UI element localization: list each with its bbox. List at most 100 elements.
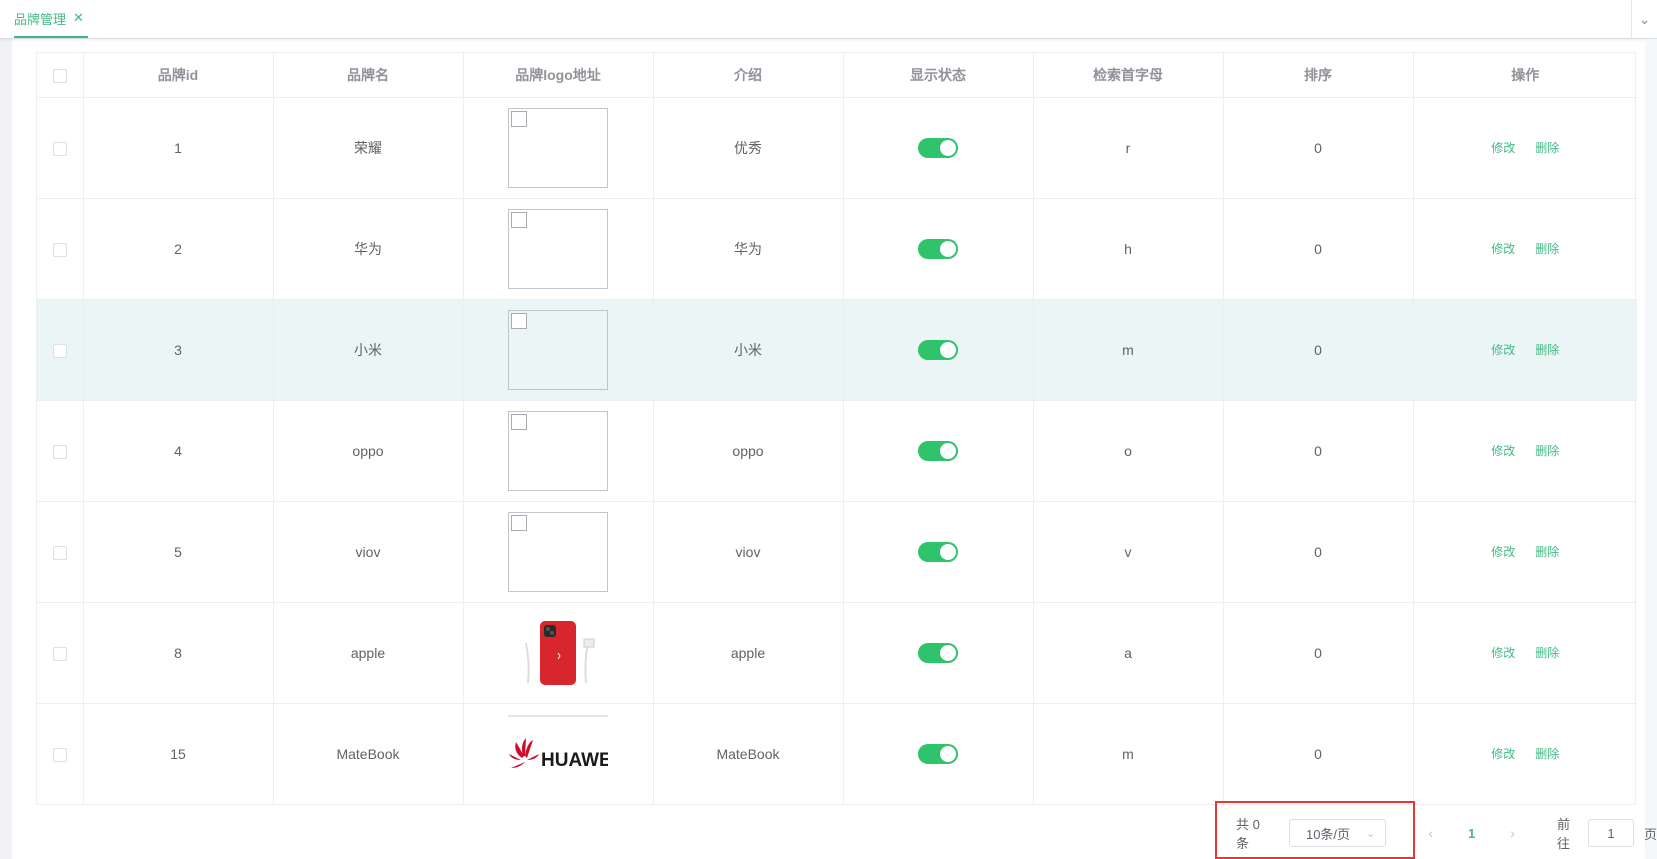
cell-brand-id: 3 <box>83 299 274 401</box>
cell-sort: 0 <box>1223 198 1414 300</box>
cell-brand-name: 华为 <box>273 198 464 300</box>
table-row: 1 荣耀 优秀 r 0 修改 删除 <box>37 97 1637 199</box>
cell-brand-name: oppo <box>273 400 464 502</box>
cell-sort: 0 <box>1223 97 1414 199</box>
cell-description: apple <box>653 602 844 704</box>
page-number-current[interactable]: 1 <box>1457 826 1486 841</box>
tab-brand-management[interactable]: 品牌管理 ✕ <box>14 0 88 38</box>
table-row: 4 oppo oppo o 0 修改 删除 <box>37 400 1637 502</box>
show-status-switch[interactable] <box>918 541 958 562</box>
show-status-switch[interactable] <box>918 743 958 764</box>
cell-brand-logo <box>463 501 654 603</box>
chevron-down-icon[interactable]: ⌄ <box>1631 0 1657 38</box>
edit-button[interactable]: 修改 <box>1491 745 1515 762</box>
cell-sort: 0 <box>1223 602 1414 704</box>
cell-brand-id: 15 <box>83 703 274 804</box>
cell-first-letter: m <box>1033 703 1224 804</box>
cell-brand-id: 4 <box>83 400 274 502</box>
huawei-logo-image: HUAWEI <box>508 715 608 771</box>
cell-actions: 修改 删除 <box>1413 501 1637 603</box>
cell-show-status <box>843 400 1034 502</box>
tabs-bar: 品牌管理 ✕ ⌄ <box>0 0 1657 39</box>
cell-actions: 修改 删除 <box>1413 703 1637 804</box>
brand-table: 品牌id 品牌名 品牌logo地址 介绍 显示状态 检索首字母 排序 操作 1 … <box>36 52 1637 805</box>
row-select-cell <box>37 501 84 603</box>
cell-brand-name: MateBook <box>273 703 464 804</box>
table-row: 15 MateBook HUAWEI MateBook m 0 修改 删除 <box>37 703 1637 804</box>
header-brand-name: 品牌名 <box>273 53 464 98</box>
cell-sort: 0 <box>1223 299 1414 401</box>
cell-actions: 修改 删除 <box>1413 602 1637 704</box>
show-status-switch[interactable] <box>918 440 958 461</box>
cell-sort: 0 <box>1223 400 1414 502</box>
cell-brand-name: viov <box>273 501 464 603</box>
left-gutter <box>0 0 12 859</box>
cell-brand-logo <box>463 602 654 704</box>
goto-page-input[interactable] <box>1588 819 1635 847</box>
show-status-switch[interactable] <box>918 339 958 360</box>
edit-button[interactable]: 修改 <box>1491 240 1515 257</box>
cell-first-letter: o <box>1033 400 1224 502</box>
cell-description: oppo <box>653 400 844 502</box>
cell-description: 华为 <box>653 198 844 300</box>
cell-show-status <box>843 299 1034 401</box>
cell-first-letter: m <box>1033 299 1224 401</box>
edit-button[interactable]: 修改 <box>1491 442 1515 459</box>
delete-button[interactable]: 删除 <box>1535 341 1559 358</box>
cell-brand-logo: HUAWEI <box>463 703 654 804</box>
select-all-checkbox[interactable] <box>52 68 67 83</box>
cell-brand-name: 荣耀 <box>273 97 464 199</box>
cell-actions: 修改 删除 <box>1413 299 1637 401</box>
row-checkbox[interactable] <box>52 545 67 560</box>
row-select-cell <box>37 299 84 401</box>
edit-button[interactable]: 修改 <box>1491 644 1515 661</box>
delete-button[interactable]: 删除 <box>1535 745 1559 762</box>
broken-image-icon <box>508 208 608 289</box>
edit-button[interactable]: 修改 <box>1491 139 1515 156</box>
cell-brand-logo <box>463 198 654 300</box>
tab-label: 品牌管理 <box>14 11 67 27</box>
svg-text:HUAWEI: HUAWEI <box>541 750 608 771</box>
edit-button[interactable]: 修改 <box>1491 543 1515 560</box>
edit-button[interactable]: 修改 <box>1491 341 1515 358</box>
close-icon[interactable]: ✕ <box>73 10 84 26</box>
cell-first-letter: v <box>1033 501 1224 603</box>
select-all-cell <box>37 53 84 98</box>
row-checkbox[interactable] <box>52 343 67 358</box>
table-row: 2 华为 华为 h 0 修改 删除 <box>37 198 1637 300</box>
delete-button[interactable]: 删除 <box>1535 139 1559 156</box>
broken-image-icon <box>508 107 608 188</box>
show-status-switch[interactable] <box>918 642 958 663</box>
cell-show-status <box>843 501 1034 603</box>
delete-button[interactable]: 删除 <box>1535 543 1559 560</box>
right-gutter <box>1645 39 1657 859</box>
table-header-row: 品牌id 品牌名 品牌logo地址 介绍 显示状态 检索首字母 排序 操作 <box>37 53 1637 98</box>
prev-page-button[interactable]: ‹ <box>1416 825 1445 841</box>
cell-show-status <box>843 703 1034 804</box>
cell-brand-id: 1 <box>83 97 274 199</box>
cell-brand-logo <box>463 299 654 401</box>
cell-brand-id: 5 <box>83 501 274 603</box>
show-status-switch[interactable] <box>918 238 958 259</box>
row-checkbox[interactable] <box>52 646 67 661</box>
cell-actions: 修改 删除 <box>1413 400 1637 502</box>
row-checkbox[interactable] <box>52 141 67 156</box>
cell-description: 小米 <box>653 299 844 401</box>
show-status-switch[interactable] <box>918 137 958 158</box>
delete-button[interactable]: 删除 <box>1535 240 1559 257</box>
header-sort: 排序 <box>1223 53 1414 98</box>
next-page-button[interactable]: › <box>1498 825 1527 841</box>
cell-first-letter: h <box>1033 198 1224 300</box>
row-checkbox[interactable] <box>52 747 67 762</box>
row-checkbox[interactable] <box>52 242 67 257</box>
row-select-cell <box>37 602 84 704</box>
delete-button[interactable]: 删除 <box>1535 442 1559 459</box>
header-actions: 操作 <box>1413 53 1637 98</box>
header-brand-id: 品牌id <box>83 53 274 98</box>
cell-first-letter: a <box>1033 602 1224 704</box>
delete-button[interactable]: 删除 <box>1535 644 1559 661</box>
row-checkbox[interactable] <box>52 444 67 459</box>
cell-sort: 0 <box>1223 501 1414 603</box>
row-select-cell <box>37 198 84 300</box>
cell-description: viov <box>653 501 844 603</box>
